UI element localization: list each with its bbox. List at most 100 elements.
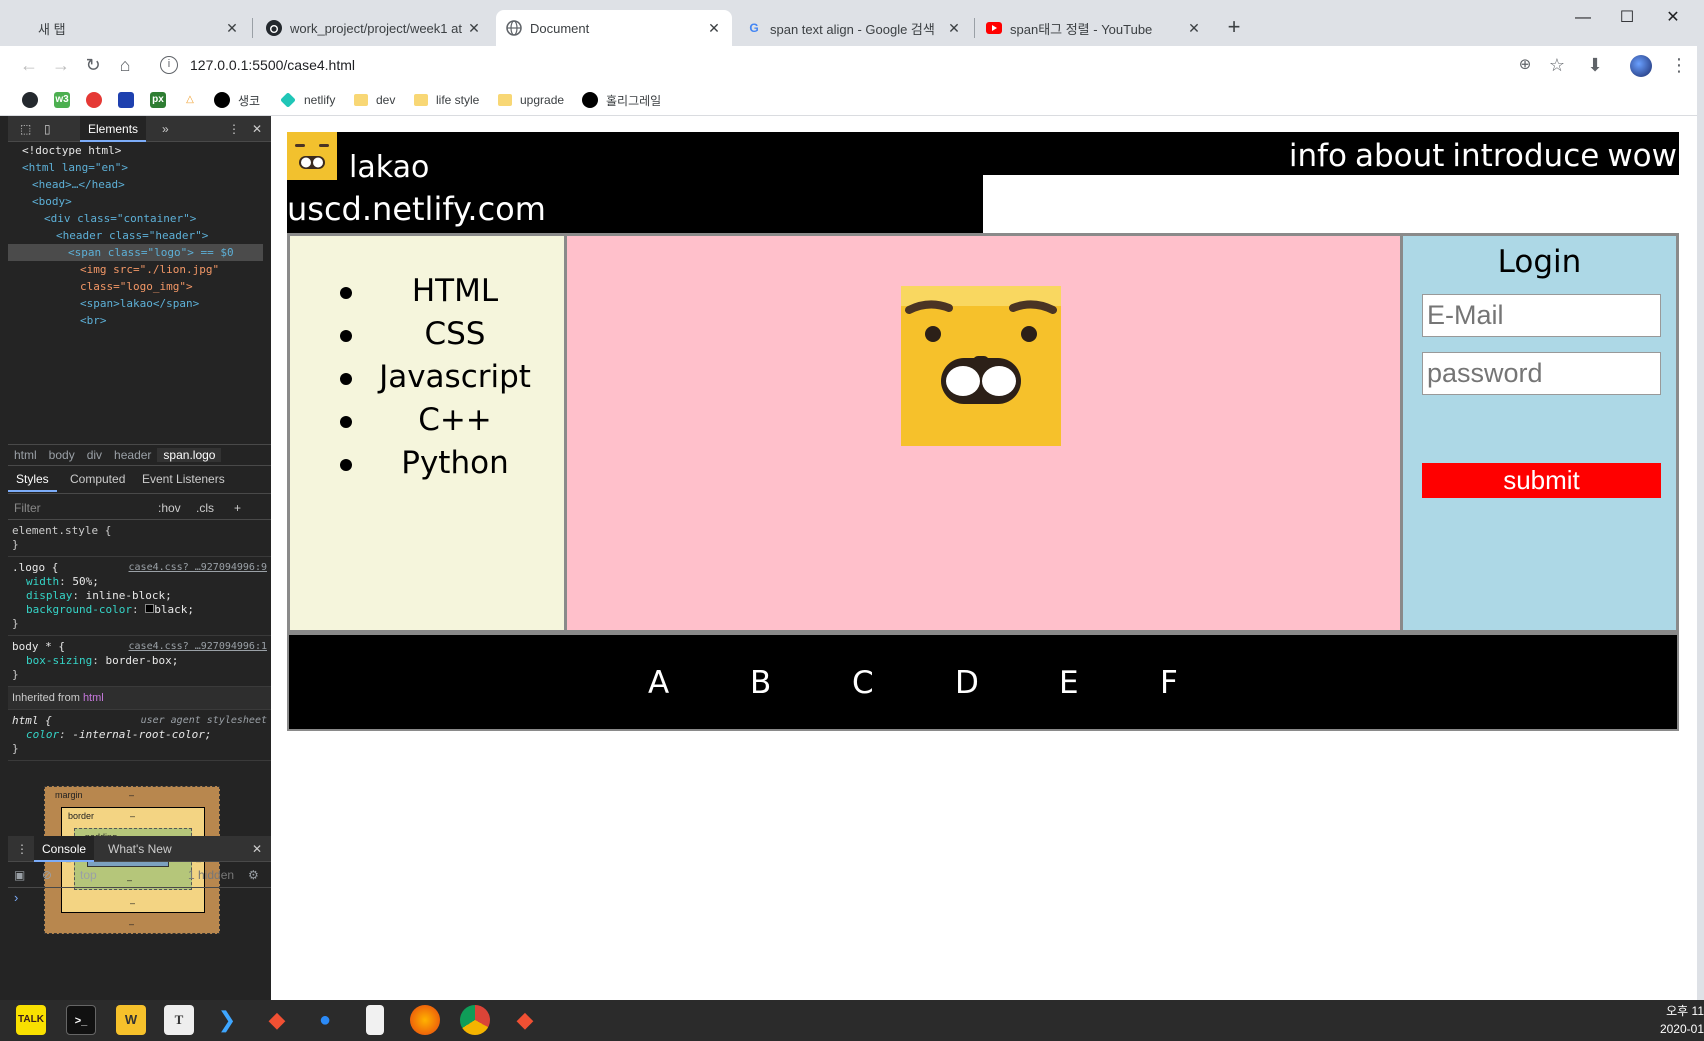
nav-link-wow[interactable]: wow [1607,138,1677,174]
tab-event-listeners[interactable]: Event Listeners [134,466,233,492]
tab-elements[interactable]: Elements [80,116,147,142]
tab-console[interactable]: Console [34,836,95,862]
console-prompt[interactable]: › [14,890,18,905]
email-field[interactable]: E-Mail [1422,294,1661,337]
close-icon[interactable]: ✕ [946,20,962,37]
nav-link-about[interactable]: about [1355,138,1444,174]
bookmark-folder-life-style[interactable]: life style [414,90,479,110]
breadcrumb-item-current[interactable]: span.logo [157,448,222,462]
dom-node[interactable]: <br> [8,312,263,329]
window-close-icon[interactable]: ✕ [1650,4,1696,32]
hov-toggle[interactable]: :hov [158,496,181,520]
dom-node[interactable]: <!doctype html> [8,142,263,159]
tab-new-tab[interactable]: 새 탭 ✕ [10,10,250,46]
css-value[interactable]: black; [154,603,194,616]
footer-item[interactable]: C [852,665,874,701]
maps-pin-icon[interactable]: ● [310,1005,340,1035]
bookmark-red[interactable] [86,90,110,110]
star-icon[interactable]: ☆ [1544,52,1570,78]
firefox-icon[interactable] [410,1005,440,1035]
terminal-icon[interactable]: >_ [66,1005,96,1035]
submit-button[interactable]: submit [1422,463,1661,498]
css-property[interactable]: width [26,575,59,588]
dom-node[interactable]: <body> [8,193,263,210]
console-settings-icon[interactable]: ⚙ [248,862,259,888]
download-icon[interactable]: ⬇ [1582,52,1608,78]
tab-whats-new[interactable]: What's New [100,836,180,862]
sidebar-toggle-icon[interactable]: ▣ [14,862,25,888]
device-toggle-icon[interactable]: ▯ [36,116,59,142]
footer-item[interactable]: A [648,665,669,701]
logo[interactable]: lakao uscd.netlify.com [287,132,983,233]
bookmark-github[interactable] [22,90,46,110]
git-icon[interactable]: ◆ [262,1005,292,1035]
close-icon[interactable]: ✕ [706,20,722,37]
address-bar[interactable]: i 127.0.0.1:5500/case4.html [150,50,1560,80]
bookmark-holy-grail[interactable]: 홀리그레일 [582,90,661,110]
dom-node[interactable]: <div class="container"> [8,210,263,227]
footer-item[interactable]: B [750,665,771,701]
context-select[interactable]: top [80,862,97,888]
bookmark-triangle[interactable]: △ [182,90,206,110]
bookmark-folder-dev[interactable]: dev [354,90,395,110]
minimize-icon[interactable]: — [1560,4,1606,32]
breadcrumb-item[interactable]: html [8,448,43,462]
tab-github[interactable]: work_project/project/week1 at master ✕ [256,10,492,46]
close-icon[interactable]: ✕ [1186,20,1202,37]
tab-computed[interactable]: Computed [62,466,133,492]
password-field[interactable]: password [1422,352,1661,395]
breadcrumb-item[interactable]: header [108,448,157,462]
app-icon[interactable]: W [116,1005,146,1035]
bookmark-px[interactable]: px [150,90,174,110]
rule-source-link[interactable]: case4.css? …927094996:1 [129,640,267,654]
footer-item[interactable]: E [1059,665,1079,701]
dom-node[interactable]: <span>lakao</span> [8,295,263,312]
more-tabs-icon[interactable]: » [154,116,177,142]
tab-youtube[interactable]: span태그 정렬 - YouTube ✕ [976,10,1212,46]
styles-filter[interactable]: Filter :hov .cls + [8,496,271,520]
css-value[interactable]: inline-block; [86,589,172,602]
bookmark-saengko[interactable]: 생코 [214,90,260,110]
dom-node[interactable]: class="logo_img"> [8,278,263,295]
console-close-icon[interactable]: ✕ [244,836,270,862]
dom-node[interactable]: <img src="./lion.jpg" [8,261,263,278]
bookmark-w3[interactable]: w3 [54,90,78,110]
css-property[interactable]: box-sizing [26,654,92,667]
css-value[interactable]: 50%; [72,575,99,588]
dom-node[interactable]: <header class="header"> [8,227,263,244]
dom-node[interactable]: <html lang="en"> [8,159,263,176]
css-property[interactable]: display [26,589,72,602]
dom-node[interactable]: <head>…</head> [8,176,263,193]
console-menu-icon[interactable]: ⋮ [8,836,36,862]
bookmark-netlify[interactable]: netlify [280,90,335,110]
new-tab-button[interactable]: + [1222,16,1246,40]
breadcrumb-item[interactable]: body [43,448,81,462]
bookmark-blue[interactable] [118,90,142,110]
filter-input[interactable]: Filter [8,501,41,515]
tab-styles[interactable]: Styles [8,466,57,492]
breadcrumb-item[interactable]: div [81,448,108,462]
system-tray[interactable]: 오후 11 2020-01 [1644,1002,1704,1038]
inherited-tag[interactable]: html [83,692,104,704]
menu-dots-icon[interactable]: ⋮ [1666,52,1692,78]
info-icon[interactable]: i [160,56,178,74]
cls-toggle[interactable]: .cls [196,496,214,520]
forward-arrow-icon[interactable]: → [48,52,74,78]
git-icon[interactable]: ◆ [510,1005,540,1035]
home-icon[interactable]: ⌂ [112,52,138,78]
back-arrow-icon[interactable]: ← [16,52,42,78]
maximize-icon[interactable]: ☐ [1604,4,1650,32]
kakaotalk-icon[interactable]: TALK [16,1005,46,1035]
dom-node-selected[interactable]: <span class="logo"> == $0 [8,244,263,261]
reload-icon[interactable]: ↻ [80,52,106,78]
chrome-icon[interactable] [460,1005,490,1035]
close-icon[interactable]: ✕ [466,20,482,37]
devtools-close-icon[interactable]: ✕ [244,116,270,142]
vscode-icon[interactable]: ❯ [212,1005,242,1035]
css-property[interactable]: background-color [26,603,132,616]
profile-avatar[interactable] [1630,55,1652,77]
clear-console-icon[interactable]: ⊘ [42,862,52,888]
css-value[interactable]: border-box; [105,654,178,667]
typora-icon[interactable]: T [164,1005,194,1035]
file-icon[interactable] [366,1005,384,1035]
